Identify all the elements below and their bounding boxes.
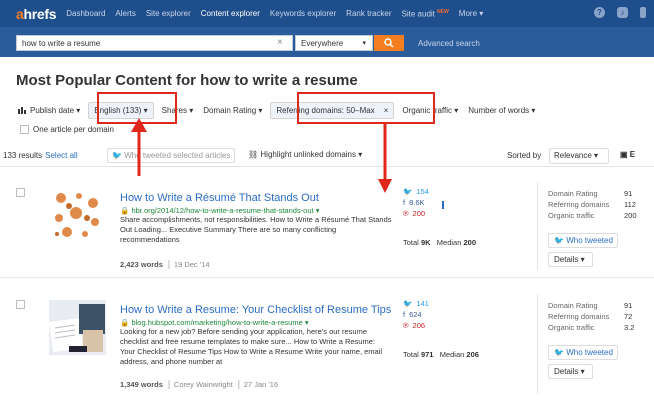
bell-icon[interactable]: ♪ (617, 7, 628, 18)
domain-rating-filter[interactable]: Domain Rating ▾ (201, 101, 265, 119)
publish-date-filter[interactable]: Publish date ▾ (16, 101, 83, 119)
page-title: Most Popular Content for how to write a … (16, 72, 358, 89)
search-mode-select[interactable]: Everywhere ▾ (295, 35, 373, 51)
advanced-search-link[interactable]: Advanced search (418, 39, 480, 48)
social-shares: 🐦 141 f 624 ℗ 206 (403, 299, 429, 330)
nav-content-explorer[interactable]: Content explorer (201, 9, 260, 18)
number-of-words-filter[interactable]: Number of words ▾ (466, 101, 538, 119)
share-totals: Total 971 Median 206 (403, 350, 479, 359)
link-icon: ⛓ (248, 150, 259, 159)
who-tweeted-button[interactable]: 🐦 Who tweeted (548, 233, 618, 248)
select-all-link[interactable]: Select all (45, 151, 77, 160)
calendar-icon (18, 107, 26, 114)
help-icon[interactable]: ? (594, 7, 605, 18)
nav-site-audit[interactable]: Site audit NEW (402, 9, 449, 19)
twitter-icon: 🐦 (554, 236, 564, 245)
account-icon[interactable] (640, 7, 646, 18)
result-row: How to Write a Resume: Your Checklist of… (0, 286, 654, 418)
result-snippet: Looking for a new job? Before sending yo… (120, 327, 383, 366)
clear-search-icon[interactable]: × (277, 38, 283, 48)
article-thumbnail[interactable] (49, 300, 106, 355)
twitter-icon: 🐦 (112, 151, 122, 160)
highlight-unlinked-button[interactable]: ⛓ Highlight unlinked domains ▾ (244, 148, 366, 163)
result-url[interactable]: 🔒 hbr.org/2014/12/how-to-write-a-resume-… (120, 206, 319, 215)
export-icon: ▣ (620, 150, 628, 159)
result-title-link[interactable]: How to Write a Résumé That Stands Out (120, 192, 319, 204)
results-controls: 133 results Select all 🐦 Who tweeted sele… (0, 145, 654, 167)
result-meta: 1,349 words │ Corey Wainwright │ 27 Jan … (120, 380, 279, 389)
result-title-link[interactable]: How to Write a Resume: Your Checklist of… (120, 304, 391, 316)
result-checkbox[interactable] (16, 188, 25, 197)
search-bar: how to write a resume × Everywhere ▾ Adva… (0, 27, 654, 57)
details-button[interactable]: Details ▾ (548, 364, 593, 379)
result-snippet: Share accomplishments, not responsibilit… (120, 215, 392, 244)
column-divider (537, 294, 538, 394)
facebook-icon: f (403, 310, 406, 319)
export-button[interactable]: ▣ E (620, 150, 635, 159)
nav-rank-tracker[interactable]: Rank tracker (346, 9, 391, 18)
result-url[interactable]: 🔒 blog.hubspot.com/marketing/how-to-writ… (120, 318, 309, 327)
annotation-box-referring-domains (297, 92, 435, 124)
who-tweeted-button[interactable]: 🐦 Who tweeted (548, 345, 618, 360)
annotation-arrow-language (131, 118, 147, 176)
twitter-icon: 🐦 (554, 348, 564, 357)
nav-more-menu[interactable]: More ▾ (459, 9, 483, 18)
lock-icon: 🔒 (120, 206, 130, 215)
filter-bar: Publish date ▾ English (133) ▾ Shares ▾ … (16, 99, 538, 121)
search-button[interactable] (374, 35, 404, 51)
new-badge: NEW (437, 8, 449, 15)
nav-keywords-explorer[interactable]: Keywords explorer (270, 9, 336, 18)
column-divider (537, 182, 538, 270)
search-input[interactable]: how to write a resume (16, 35, 293, 51)
chevron-down-icon: ▾ (362, 40, 366, 47)
pinterest-icon: ℗ (403, 209, 409, 218)
share-totals: Total 9K Median 200 (403, 238, 477, 247)
ahrefs-logo[interactable]: ahrefs (16, 6, 57, 22)
share-bar (442, 201, 444, 209)
details-button[interactable]: Details ▾ (548, 252, 593, 267)
twitter-icon: 🐦 (403, 187, 413, 196)
result-checkbox[interactable] (16, 300, 25, 309)
nav-alerts[interactable]: Alerts (115, 9, 135, 18)
nav-site-explorer[interactable]: Site explorer (146, 9, 191, 18)
sort-select[interactable]: Relevance ▾ (549, 148, 609, 164)
one-article-per-domain-option[interactable]: One article per domain (20, 125, 114, 134)
result-meta: 2,423 words │ 19 Dec '14 (120, 260, 210, 269)
domain-metrics: Domain Rating 91 Referring domains 72 Orga… (548, 301, 635, 332)
nav-dashboard[interactable]: Dashboard (66, 9, 105, 18)
search-icon (384, 38, 394, 48)
lock-icon: 🔒 (120, 318, 130, 327)
results-count: 133 results Select all (3, 151, 78, 160)
social-shares: 🐦 154 f 8.6K ℗ 200 (403, 187, 429, 218)
article-thumbnail[interactable] (49, 188, 106, 243)
facebook-icon: f (403, 198, 406, 207)
pinterest-icon: ℗ (403, 321, 409, 330)
result-row: How to Write a Résumé That Stands Out 🔒 … (0, 174, 654, 278)
top-navigation: ahrefs Dashboard Alerts Site explorer Co… (0, 0, 654, 27)
sorted-by-label: Sorted by (507, 151, 542, 160)
one-article-checkbox[interactable] (20, 125, 29, 134)
twitter-icon: 🐦 (403, 299, 413, 308)
domain-metrics: Domain Rating 91 Referring domains 112 Org… (548, 189, 637, 220)
